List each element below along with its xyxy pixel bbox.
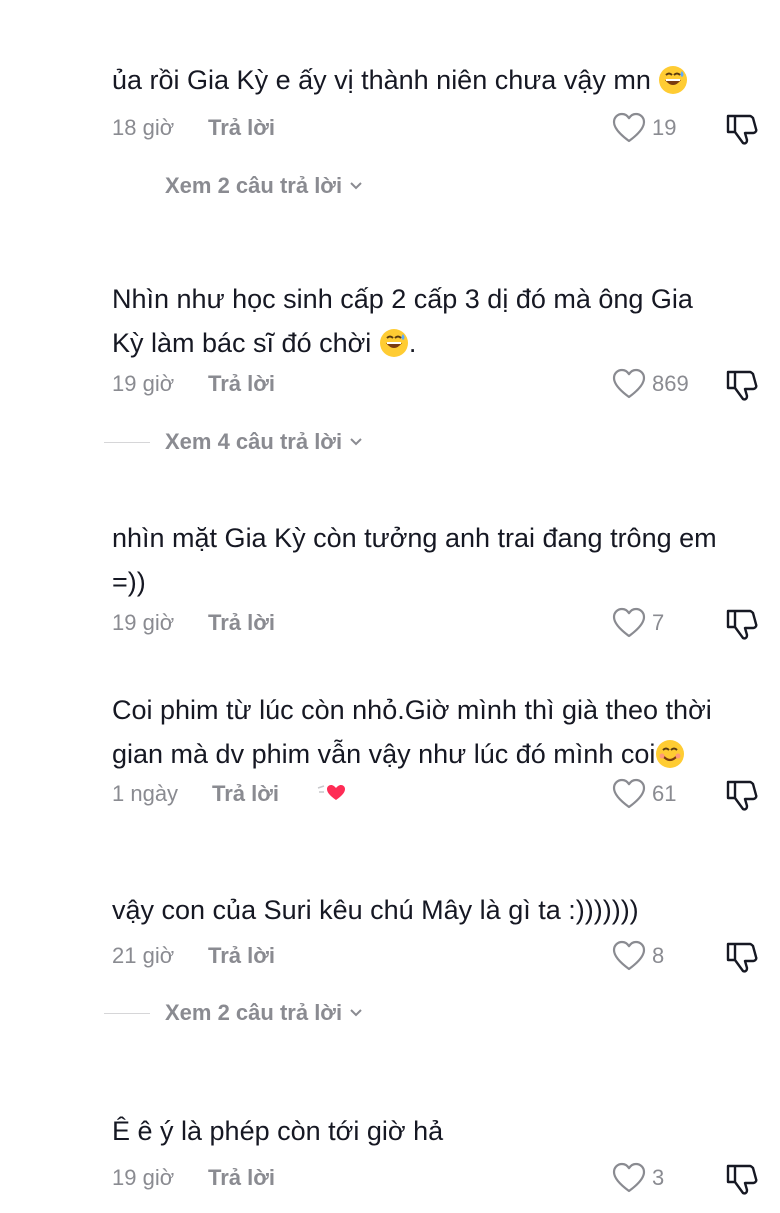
reply-divider-line xyxy=(104,442,150,443)
comment-text-content: gian mà dv phim vẫn vậy như lúc đó mình … xyxy=(112,739,656,769)
heart-outline-icon xyxy=(612,607,646,638)
thumbs-down-icon[interactable] xyxy=(724,607,758,641)
comment-time: 19 giờ xyxy=(112,1165,175,1190)
view-replies-label[interactable]: Xem 2 câu trả lời xyxy=(165,169,364,203)
like-button[interactable]: 869 xyxy=(612,366,689,402)
comment-text-line-1: Coi phim từ lúc còn nhỏ.Giờ mình thì già… xyxy=(112,695,712,725)
like-count: 19 xyxy=(652,115,677,140)
like-count: 7 xyxy=(652,610,665,635)
heart-outline-icon xyxy=(612,368,646,399)
like-button[interactable]: 61 xyxy=(612,776,676,812)
view-replies-label[interactable]: Xem 2 câu trả lời xyxy=(165,996,364,1030)
chevron-down-icon xyxy=(350,182,362,190)
thumbs-down-icon[interactable] xyxy=(724,1162,758,1196)
comment-time: 18 giờ xyxy=(112,115,175,140)
comment-text-line-1: nhìn mặt Gia Kỳ còn tưởng anh trai đang … xyxy=(112,523,717,553)
reply-button[interactable]: Trả lời xyxy=(212,776,279,812)
grinning-sweat-emoji-icon xyxy=(379,329,408,357)
comment-time: 1 ngày xyxy=(112,781,179,806)
comment-5: vậy con của Suri kêu chú Mây là gì ta :)… xyxy=(112,888,780,932)
creator-liked-heart-icon xyxy=(317,785,345,800)
reply-button[interactable]: Trả lời xyxy=(208,605,275,641)
heart-outline-icon xyxy=(612,778,646,809)
thumbs-down-icon[interactable] xyxy=(724,778,758,812)
comment-text: ủa rồi Gia Kỳ e ấy vị thành niên chưa vậ… xyxy=(112,58,780,102)
comment-text: Ê ê ý là phép còn tới giờ hả xyxy=(112,1116,444,1146)
comment-text-line-2: gian mà dv phim vẫn vậy như lúc đó mình … xyxy=(112,732,780,776)
reply-button[interactable]: Trả lời xyxy=(208,1160,275,1196)
chevron-down-icon xyxy=(350,438,362,446)
comment-4-meta: 1 ngày Trả lời 61 xyxy=(112,776,780,812)
like-count: 8 xyxy=(652,943,665,968)
comment-3: nhìn mặt Gia Kỳ còn tưởng anh trai đang … xyxy=(112,516,780,604)
comment-6: Ê ê ý là phép còn tới giờ hả xyxy=(112,1109,780,1153)
comment-4: Coi phim từ lúc còn nhỏ.Giờ mình thì già… xyxy=(112,688,780,776)
comment-time: 19 giờ xyxy=(112,610,175,635)
thumbs-down-icon[interactable] xyxy=(724,112,758,146)
comment-text-content: Kỳ làm bác sĩ đó chời xyxy=(112,328,372,358)
comment-time: 21 giờ xyxy=(112,943,175,968)
comment-6-meta: 19 giờ Trả lời 3 xyxy=(112,1160,780,1196)
reply-divider-line xyxy=(104,1013,150,1014)
thumbs-down-icon[interactable] xyxy=(724,368,758,402)
comment-time: 19 giờ xyxy=(112,371,175,396)
comment-1: ủa rồi Gia Kỳ e ấy vị thành niên chưa vậ… xyxy=(112,58,780,102)
comment-text-tail: . xyxy=(408,328,417,358)
like-count: 869 xyxy=(652,371,689,396)
view-replies-text: Xem 4 câu trả lời xyxy=(165,429,343,454)
comment-1-meta: 18 giờ Trả lời 19 xyxy=(112,110,780,146)
reply-button[interactable]: Trả lời xyxy=(208,110,275,146)
comment-text-line-2: =)) xyxy=(112,567,146,597)
comment-text-content: ủa rồi Gia Kỳ e ấy vị thành niên chưa vậ… xyxy=(112,65,651,95)
comment-text: vậy con của Suri kêu chú Mây là gì ta :)… xyxy=(112,895,639,925)
grinning-sweat-emoji-icon xyxy=(659,66,688,94)
thumbs-down-icon[interactable] xyxy=(724,940,758,974)
like-button[interactable]: 7 xyxy=(612,605,664,641)
heart-outline-icon xyxy=(612,112,646,143)
comment-2: Nhìn như học sinh cấp 2 cấp 3 dị đó mà ô… xyxy=(112,277,780,365)
reply-button[interactable]: Trả lời xyxy=(208,366,275,402)
comment-text-line-2: Kỳ làm bác sĩ đó chời . xyxy=(112,321,780,365)
like-count: 3 xyxy=(652,1165,665,1190)
smiling-face-emoji-icon xyxy=(656,740,685,768)
like-button[interactable]: 19 xyxy=(612,110,676,146)
like-button[interactable]: 3 xyxy=(612,1160,664,1196)
view-replies-1[interactable]: Xem 2 câu trả lời xyxy=(0,169,780,203)
comment-3-meta: 19 giờ Trả lời 7 xyxy=(112,605,780,641)
view-replies-5[interactable]: Xem 2 câu trả lời xyxy=(0,996,780,1030)
view-replies-label[interactable]: Xem 4 câu trả lời xyxy=(165,425,364,459)
like-button[interactable]: 8 xyxy=(612,938,664,974)
view-replies-text: Xem 2 câu trả lời xyxy=(165,1000,343,1025)
comment-5-meta: 21 giờ Trả lời 8 xyxy=(112,938,780,974)
comment-2-meta: 19 giờ Trả lời 869 xyxy=(112,366,780,402)
chevron-down-icon xyxy=(350,1009,362,1017)
view-replies-text: Xem 2 câu trả lời xyxy=(165,173,343,198)
heart-outline-icon xyxy=(612,940,646,971)
view-replies-2[interactable]: Xem 4 câu trả lời xyxy=(0,425,780,459)
comment-text-line-1: Nhìn như học sinh cấp 2 cấp 3 dị đó mà ô… xyxy=(112,284,693,314)
heart-outline-icon xyxy=(612,1162,646,1193)
like-count: 61 xyxy=(652,781,677,806)
reply-button[interactable]: Trả lời xyxy=(208,938,275,974)
